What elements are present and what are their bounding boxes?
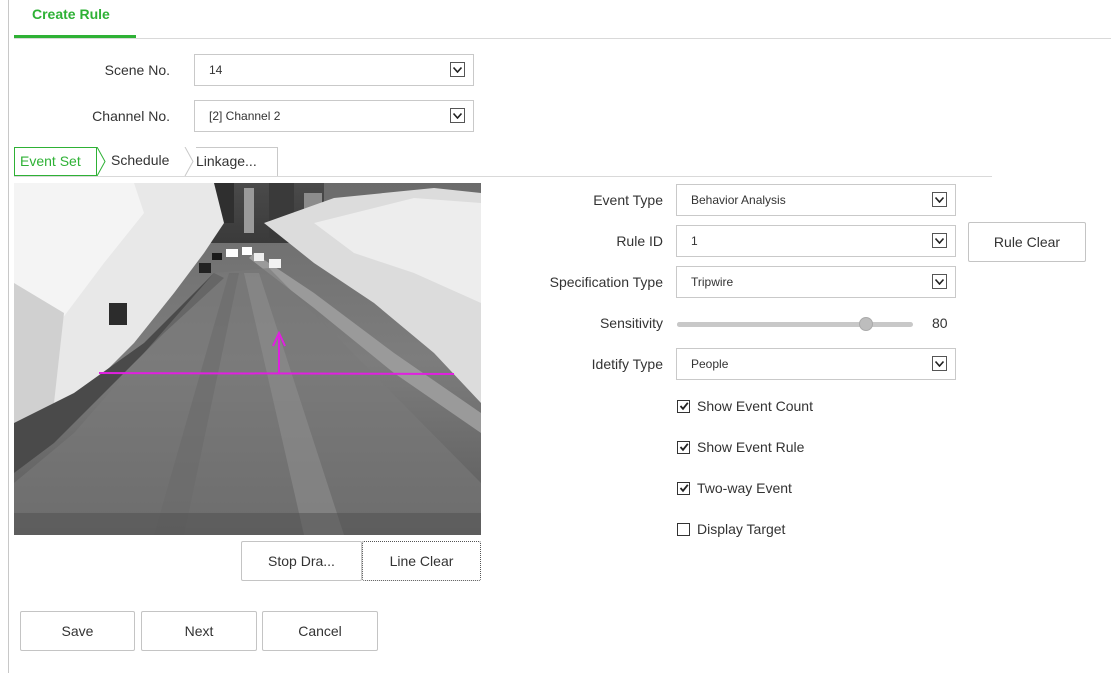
identify-type-select[interactable]: People: [676, 348, 956, 380]
channel-select[interactable]: [2] Channel 2: [194, 100, 474, 132]
spec-type-select[interactable]: Tripwire: [676, 266, 956, 298]
tab-schedule[interactable]: Schedule: [111, 147, 191, 176]
checkbox-icon[interactable]: [677, 440, 690, 454]
chevron-down-icon[interactable]: [450, 62, 465, 77]
sensitivity-slider[interactable]: [677, 317, 913, 331]
sensitivity-label: Sensitivity: [599, 315, 663, 331]
rule-id-value: 1: [691, 234, 698, 248]
tab-separator-icon: [96, 147, 106, 176]
slider-fill: [677, 322, 866, 327]
scene-select[interactable]: 14: [194, 54, 474, 86]
show-event-count-checkbox[interactable]: Show Event Count: [677, 396, 813, 416]
chevron-down-icon[interactable]: [932, 274, 947, 289]
next-button[interactable]: Next: [141, 611, 257, 651]
event-type-value: Behavior Analysis: [691, 193, 786, 207]
checkbox-icon[interactable]: [677, 522, 690, 536]
stop-draw-button[interactable]: Stop Dra...: [241, 541, 362, 581]
line-clear-button[interactable]: Line Clear: [362, 541, 481, 581]
rule-id-select[interactable]: 1: [676, 225, 956, 257]
cancel-button[interactable]: Cancel: [262, 611, 378, 651]
create-rule-tab[interactable]: Create Rule: [14, 0, 136, 38]
tripwire-line[interactable]: [98, 372, 455, 375]
slider-handle[interactable]: [859, 317, 873, 331]
video-preview[interactable]: [14, 183, 481, 535]
channel-value: [2] Channel 2: [209, 109, 281, 123]
rule-id-label: Rule ID: [616, 233, 663, 249]
sensitivity-value: 80: [932, 315, 948, 331]
tab-separator-icon: [184, 147, 194, 176]
checkbox-icon[interactable]: [677, 399, 690, 413]
scene-value: 14: [209, 63, 223, 77]
chevron-down-icon[interactable]: [450, 108, 465, 123]
display-target-checkbox[interactable]: Display Target: [677, 519, 785, 539]
chevron-down-icon[interactable]: [932, 192, 947, 207]
subtab-divider: [14, 176, 992, 177]
header-divider: [14, 38, 1111, 39]
rule-clear-button[interactable]: Rule Clear: [968, 222, 1086, 262]
chevron-down-icon[interactable]: [932, 233, 947, 248]
event-type-select[interactable]: Behavior Analysis: [676, 184, 956, 216]
page-title: Create Rule: [32, 6, 110, 22]
checkbox-icon[interactable]: [677, 481, 690, 495]
spec-type-label: Specification Type: [549, 274, 663, 290]
frame-border: [8, 0, 9, 673]
event-type-label: Event Type: [593, 192, 663, 208]
two-way-event-checkbox[interactable]: Two-way Event: [677, 478, 792, 498]
show-event-rule-checkbox[interactable]: Show Event Rule: [677, 437, 804, 457]
chevron-down-icon[interactable]: [932, 356, 947, 371]
thermal-scene-image[interactable]: [14, 183, 481, 535]
save-button[interactable]: Save: [20, 611, 135, 651]
tab-linkage[interactable]: Linkage...: [196, 147, 278, 176]
spec-type-value: Tripwire: [691, 275, 734, 289]
scene-label: Scene No.: [104, 62, 170, 78]
identify-type-label: Idetify Type: [591, 356, 663, 372]
identify-type-value: People: [691, 357, 729, 371]
tab-event-set[interactable]: Event Set: [14, 147, 97, 176]
channel-label: Channel No.: [92, 108, 170, 124]
